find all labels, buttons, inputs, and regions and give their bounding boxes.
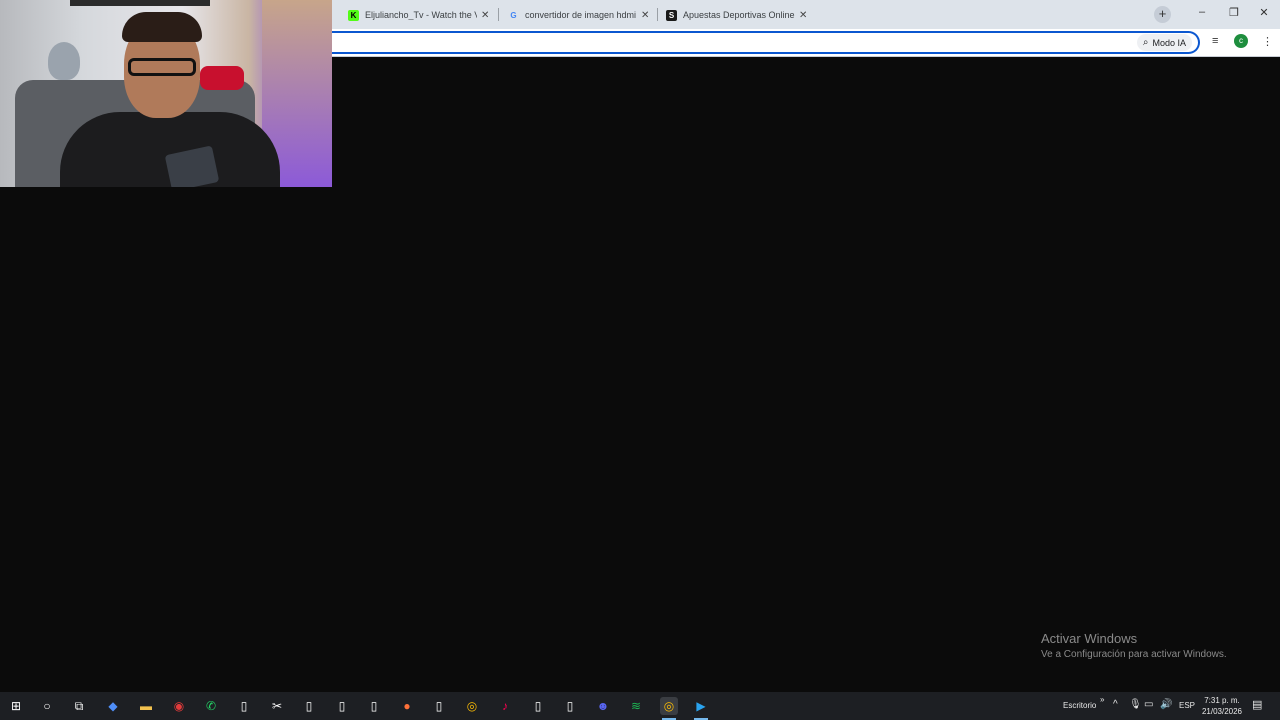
obs-record-icon[interactable]: ◉ <box>170 697 188 715</box>
chrome-icon-1[interactable]: ◎ <box>463 697 481 715</box>
tab-title: Eljuliancho_Tv - Watch the VOD <box>365 10 477 20</box>
ai-search-icon: ⌕ <box>1142 37 1149 48</box>
file-icon-3[interactable]: ▯ <box>333 697 351 715</box>
plush-toy <box>48 42 80 80</box>
person-hair <box>122 12 202 42</box>
file-icon-4[interactable]: ▯ <box>365 697 383 715</box>
modo-ia-button[interactable]: ⌕ Modo IA <box>1136 34 1192 51</box>
new-tab-button[interactable]: + <box>1154 6 1171 23</box>
tab-google-search[interactable]: G convertidor de imagen hdmi a ✕ <box>508 3 649 27</box>
tray-overflow-icon[interactable]: ^ <box>1113 699 1118 710</box>
tab-separator <box>657 8 658 21</box>
microphone-icon[interactable]: 🎙 <box>1129 699 1142 710</box>
profile-avatar[interactable]: c <box>1234 34 1248 48</box>
red-pillow <box>200 66 244 90</box>
tab-apuestas[interactable]: S Apuestas Deportivas Online - C ✕ <box>666 3 807 27</box>
notifications-icon[interactable]: ▤ <box>1252 698 1262 711</box>
tab-kick-vod[interactable]: K Eljuliancho_Tv - Watch the VOD ✕ <box>348 3 489 27</box>
browser-toolbar: ⌕ Modo IA ≡ c ⋮ <box>328 29 1280 57</box>
kick-logo-icon: K <box>348 9 359 21</box>
close-icon[interactable]: ✕ <box>799 10 807 21</box>
modo-ia-label: Modo IA <box>1152 37 1186 48</box>
spotify-icon[interactable]: ≋ <box>627 697 645 715</box>
address-bar[interactable]: ⌕ Modo IA <box>328 31 1200 54</box>
task-view-icon[interactable]: ⧉ <box>70 697 88 715</box>
file-icon-1[interactable]: ▯ <box>235 697 253 715</box>
restore-icon[interactable]: ❐ <box>1226 6 1242 19</box>
tab-separator <box>498 8 499 21</box>
shelf <box>70 0 210 6</box>
tab-title: Apuestas Deportivas Online - C <box>683 10 795 20</box>
whatsapp-icon[interactable]: ✆ <box>202 697 220 715</box>
s-logo-icon: S <box>666 9 677 21</box>
cortana-search-icon[interactable]: ○ <box>38 697 56 715</box>
watermark-subtitle: Ve a Configuración para activar Windows. <box>1041 649 1227 660</box>
network-icon[interactable]: ▭ <box>1144 699 1153 710</box>
tab-title: convertidor de imagen hdmi a <box>525 10 637 20</box>
system-clock[interactable]: 7:31 p. m. 21/03/2026 <box>1200 695 1244 717</box>
volume-icon[interactable]: 🔊 <box>1160 699 1172 710</box>
capcut-icon[interactable]: ✂ <box>268 697 286 715</box>
language-indicator[interactable]: ESP <box>1179 701 1195 710</box>
file-icon-6[interactable]: ▯ <box>529 697 547 715</box>
clock-date: 21/03/2026 <box>1201 707 1243 716</box>
clock-time: 7:31 p. m. <box>1204 696 1240 705</box>
file-icon-7[interactable]: ▯ <box>561 697 579 715</box>
watermark-title: Activar Windows <box>1041 631 1138 646</box>
chrome-icon-2[interactable]: ◎ <box>660 697 678 720</box>
discord-icon[interactable]: ☻ <box>594 697 612 715</box>
tiktok-icon[interactable]: ♪ <box>496 697 514 715</box>
copilot-icon[interactable]: ◆ <box>104 697 122 715</box>
file-icon-5[interactable]: ▯ <box>430 697 448 715</box>
close-window-icon[interactable]: ✕ <box>1256 6 1272 19</box>
activate-windows-watermark: Activar Windows Ve a Configuración para … <box>1041 631 1227 660</box>
firefox-icon[interactable]: ● <box>398 697 416 715</box>
more-menu-icon[interactable]: ⋮ <box>1262 35 1273 48</box>
close-icon[interactable]: ✕ <box>641 10 649 21</box>
browser-tab-strip: K Eljuliancho_Tv - Watch the VOD ✕ G con… <box>332 0 1280 29</box>
file-icon-2[interactable]: ▯ <box>300 697 318 715</box>
start-windows-icon[interactable]: ⊞ <box>7 697 25 715</box>
desktop-screen: K Eljuliancho_Tv - Watch the VOD ✕ G con… <box>0 0 1280 720</box>
toolbar-expand-icon[interactable]: » <box>1100 695 1104 704</box>
close-icon[interactable]: ✕ <box>481 10 489 21</box>
media-controls-icon[interactable]: ≡ <box>1212 35 1218 47</box>
glasses <box>128 58 196 76</box>
google-g-icon: G <box>510 10 517 20</box>
webcam-overlay <box>0 0 332 187</box>
desktop-toolbar-label[interactable]: Escritorio <box>1063 701 1096 710</box>
windows-taskbar: ⊞ ○ ⧉ ◆ ▬ ◉ ✆ ▯ ✂ ▯ ▯ ▯ ● ▯ ◎ ♪ ▯ ▯ ☻ ≋ ◎ ▶ Escritorio » ^ 🎙 … <box>0 692 1280 720</box>
file-explorer-icon[interactable]: ▬ <box>137 697 155 715</box>
minimize-icon[interactable]: – <box>1194 6 1210 18</box>
streaming-app-icon[interactable]: ▶ <box>692 697 710 720</box>
